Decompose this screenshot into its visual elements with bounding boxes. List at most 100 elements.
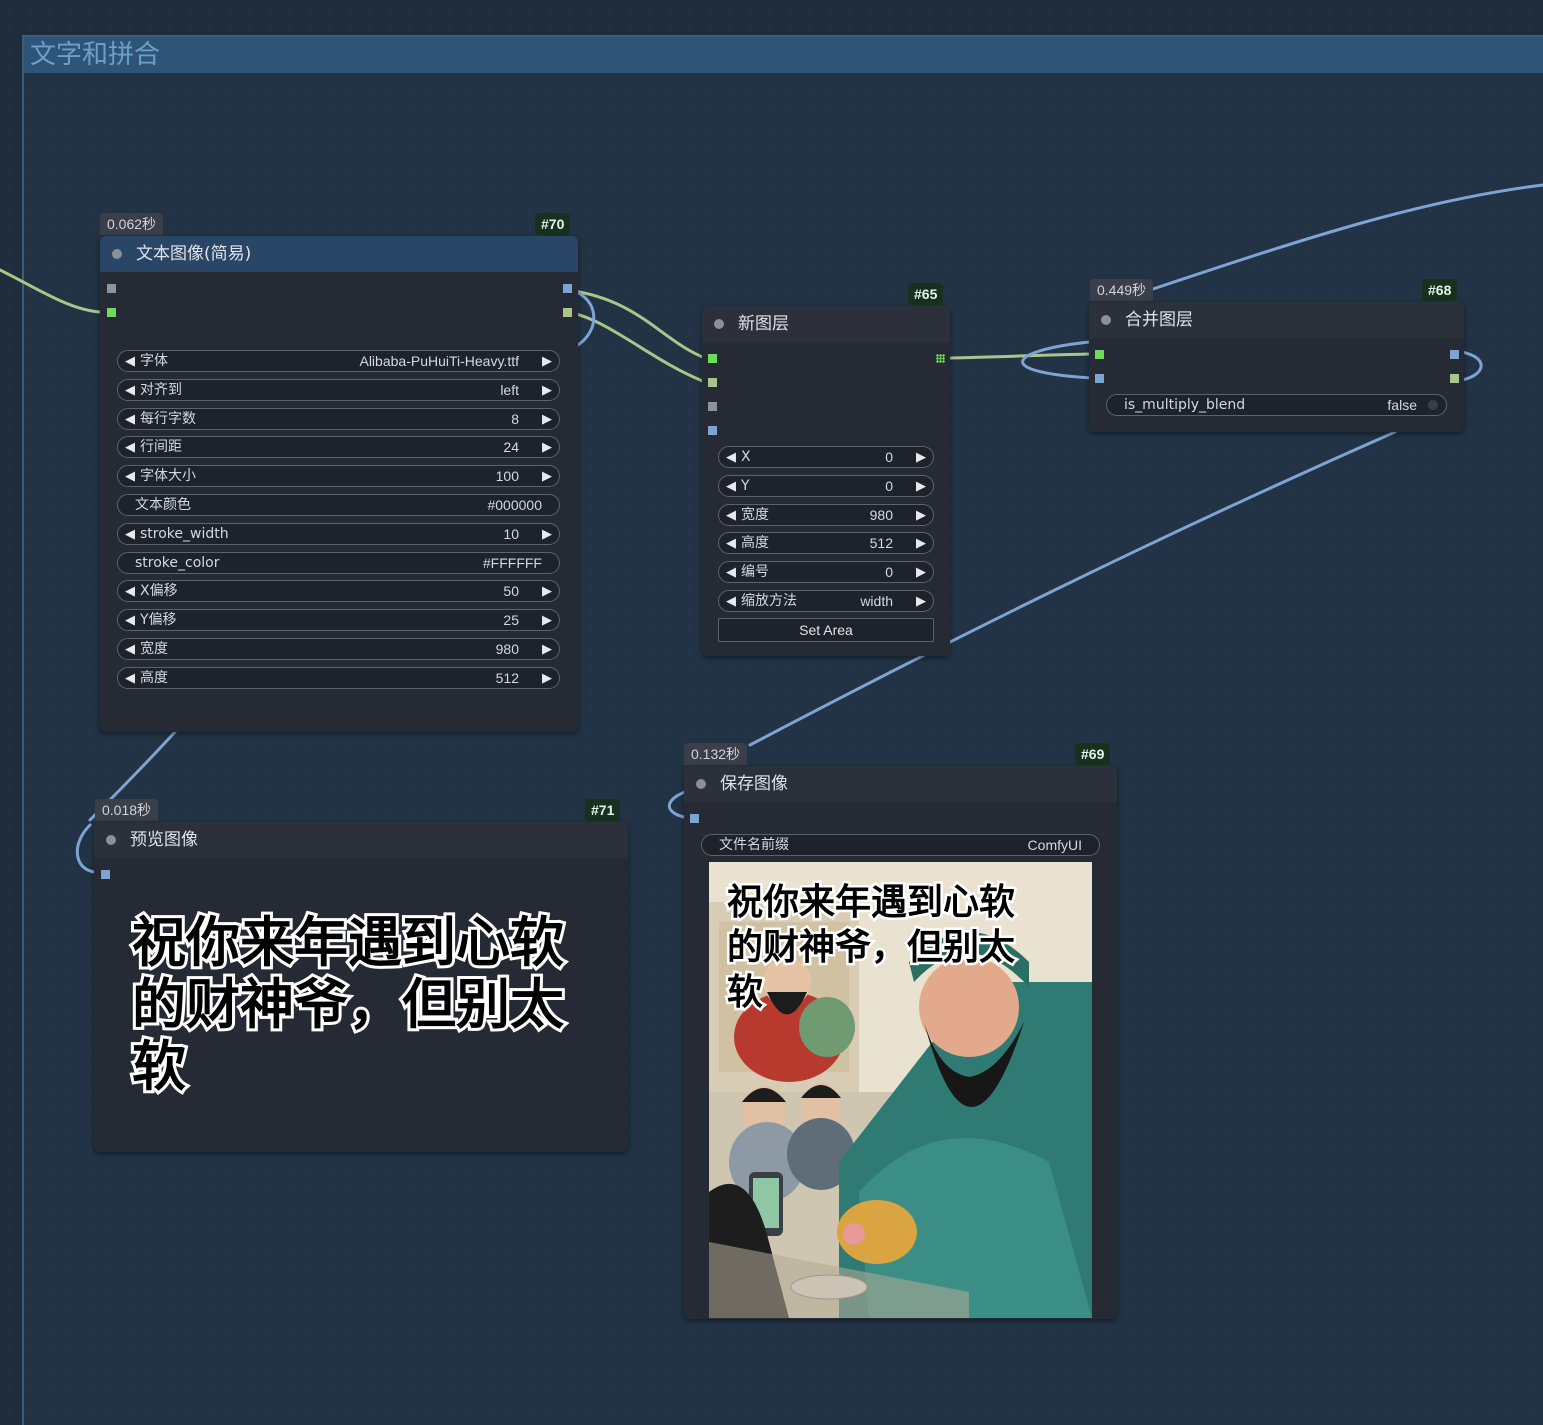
increment-arrow-icon[interactable]: ▶ xyxy=(542,409,552,429)
input-slot[interactable] xyxy=(1095,374,1104,383)
new-layer-widget-5[interactable]: ◀ 缩放方法 width ▶ xyxy=(718,590,934,612)
decrement-arrow-icon[interactable]: ◀ xyxy=(726,533,736,553)
output-slot[interactable] xyxy=(1450,350,1459,359)
filename-prefix-field[interactable]: 文件名前缀 ComfyUI xyxy=(701,834,1100,856)
input-slot[interactable] xyxy=(1095,350,1104,359)
increment-arrow-icon[interactable]: ▶ xyxy=(916,505,926,525)
widget-value: 10 xyxy=(503,525,519,542)
node-70-title: 文本图像(简易) xyxy=(136,244,252,264)
text-image-widget-2[interactable]: ◀ 每行字数 8 ▶ xyxy=(117,407,560,430)
new-layer-widget-1[interactable]: ◀ Y 0 ▶ xyxy=(718,474,934,497)
collapse-dot-icon[interactable] xyxy=(714,319,724,329)
input-slot[interactable] xyxy=(708,378,717,387)
decrement-arrow-icon[interactable]: ◀ xyxy=(125,437,135,457)
widget-value: 50 xyxy=(503,583,519,600)
decrement-arrow-icon[interactable]: ◀ xyxy=(726,562,736,582)
input-slot[interactable] xyxy=(708,426,717,435)
text-image-widget-10[interactable]: ◀ 宽度 980 ▶ xyxy=(117,638,560,660)
output-slot-grid[interactable] xyxy=(936,354,945,363)
increment-arrow-icon[interactable]: ▶ xyxy=(916,562,926,582)
increment-arrow-icon[interactable]: ▶ xyxy=(542,437,552,457)
decrement-arrow-icon[interactable]: ◀ xyxy=(726,476,736,496)
increment-arrow-icon[interactable]: ▶ xyxy=(542,380,552,400)
node-preview-image[interactable]: 预览图像 祝你来年遇到心软 的财神爷，但别太 软 xyxy=(94,822,628,1152)
text-image-widget-9[interactable]: ◀ Y偏移 25 ▶ xyxy=(117,609,560,632)
collapse-dot-icon[interactable] xyxy=(106,835,116,845)
widget-value: 512 xyxy=(495,669,519,686)
decrement-arrow-icon[interactable]: ◀ xyxy=(125,466,135,486)
saved-image-preview[interactable]: 祝你来年遇到心软 的财神爷，但别太 软 xyxy=(709,862,1092,1318)
output-slot-mask[interactable] xyxy=(563,308,572,317)
decrement-arrow-icon[interactable]: ◀ xyxy=(726,505,736,525)
widget-value: 980 xyxy=(869,506,893,523)
output-slot-image[interactable] xyxy=(563,284,572,293)
group-title[interactable]: 文字和拼合 xyxy=(24,37,1543,73)
increment-arrow-icon[interactable]: ▶ xyxy=(916,533,926,553)
multiply-blend-toggle[interactable]: is_multiply_blend false xyxy=(1106,394,1447,416)
node-merge-layers[interactable]: 合并图层 is_multiply_blend false xyxy=(1089,302,1464,432)
increment-arrow-icon[interactable]: ▶ xyxy=(916,447,926,467)
text-image-widget-0[interactable]: ◀ 字体 Alibaba-PuHuiTi-Heavy.ttf ▶ xyxy=(117,350,560,372)
new-layer-widget-3[interactable]: ◀ 高度 512 ▶ xyxy=(718,532,934,555)
decrement-arrow-icon[interactable]: ◀ xyxy=(125,380,135,400)
collapse-dot-icon[interactable] xyxy=(112,249,122,259)
node-69-header[interactable]: 保存图像 xyxy=(684,766,1117,802)
preview-text-line: 软 xyxy=(129,1033,189,1101)
decrement-arrow-icon[interactable]: ◀ xyxy=(125,668,135,688)
increment-arrow-icon[interactable]: ▶ xyxy=(542,668,552,688)
node-65-header[interactable]: 新图层 xyxy=(702,306,950,342)
node-68-header[interactable]: 合并图层 xyxy=(1089,302,1464,338)
text-image-widget-6[interactable]: ◀ stroke_width 10 ▶ xyxy=(117,522,560,545)
node-70-header[interactable]: 文本图像(简易) xyxy=(100,236,578,272)
saved-image-text-line: 祝你来年遇到心软 xyxy=(724,880,1017,926)
increment-arrow-icon[interactable]: ▶ xyxy=(542,466,552,486)
decrement-arrow-icon[interactable]: ◀ xyxy=(726,591,736,611)
increment-arrow-icon[interactable]: ▶ xyxy=(542,639,552,659)
decrement-arrow-icon[interactable]: ◀ xyxy=(125,351,135,371)
collapse-dot-icon[interactable] xyxy=(696,779,706,789)
increment-arrow-icon[interactable]: ▶ xyxy=(916,476,926,496)
node-new-layer[interactable]: 新图层 ◀ X 0 ▶ ◀ Y 0 ▶ ◀ 宽度 980 ▶ ◀ 高度 512 ▶ ◀ 编号 0 ▶ ◀ 缩放方法 widt… xyxy=(702,306,950,656)
toggle-value: false xyxy=(1387,397,1417,413)
widget-label: 行间距 xyxy=(140,439,182,456)
text-image-widget-3[interactable]: ◀ 行间距 24 ▶ xyxy=(117,436,560,459)
decrement-arrow-icon[interactable]: ◀ xyxy=(726,447,736,467)
increment-arrow-icon[interactable]: ▶ xyxy=(542,351,552,371)
new-layer-widget-4[interactable]: ◀ 编号 0 ▶ xyxy=(718,561,934,584)
node-text-image[interactable]: 文本图像(简易) ◀ 字体 Alibaba-PuHuiTi-Heavy.ttf ▶ ◀ 对… xyxy=(100,236,578,732)
input-slot-images[interactable] xyxy=(101,870,110,879)
node-71-header[interactable]: 预览图像 xyxy=(94,822,628,858)
decrement-arrow-icon[interactable]: ◀ xyxy=(125,581,135,601)
node-68-exec-time: 0.449秒 xyxy=(1090,279,1154,301)
widget-label: 字体 xyxy=(140,353,168,369)
increment-arrow-icon[interactable]: ▶ xyxy=(542,581,552,601)
decrement-arrow-icon[interactable]: ◀ xyxy=(125,524,135,544)
text-image-widget-7[interactable]: stroke_color #FFFFFF xyxy=(117,551,560,574)
widget-value: left xyxy=(500,381,519,398)
increment-arrow-icon[interactable]: ▶ xyxy=(916,591,926,611)
input-slot[interactable] xyxy=(107,308,116,317)
increment-arrow-icon[interactable]: ▶ xyxy=(542,610,552,630)
widget-label: X偏移 xyxy=(140,583,178,600)
collapse-dot-icon[interactable] xyxy=(1101,315,1111,325)
widget-label: 宽度 xyxy=(741,506,769,523)
text-image-widget-5[interactable]: 文本颜色 #000000 xyxy=(117,494,560,516)
decrement-arrow-icon[interactable]: ◀ xyxy=(125,639,135,659)
node-68-title: 合并图层 xyxy=(1125,310,1193,330)
text-image-widget-1[interactable]: ◀ 对齐到 left ▶ xyxy=(117,378,560,401)
input-slot-images[interactable] xyxy=(690,814,699,823)
new-layer-widget-2[interactable]: ◀ 宽度 980 ▶ xyxy=(718,503,934,526)
text-image-widget-8[interactable]: ◀ X偏移 50 ▶ xyxy=(117,580,560,603)
new-layer-widget-0[interactable]: ◀ X 0 ▶ xyxy=(718,446,934,468)
decrement-arrow-icon[interactable]: ◀ xyxy=(125,409,135,429)
decrement-arrow-icon[interactable]: ◀ xyxy=(125,610,135,630)
output-slot[interactable] xyxy=(1450,374,1459,383)
input-slot[interactable] xyxy=(708,354,717,363)
increment-arrow-icon[interactable]: ▶ xyxy=(542,524,552,544)
widget-label: 字体大小 xyxy=(140,468,196,485)
text-image-widget-4[interactable]: ◀ 字体大小 100 ▶ xyxy=(117,465,560,488)
set-area-button[interactable]: Set Area xyxy=(718,618,934,642)
text-image-widget-11[interactable]: ◀ 高度 512 ▶ xyxy=(117,666,560,689)
input-slot[interactable] xyxy=(708,402,717,411)
input-slot[interactable] xyxy=(107,284,116,293)
